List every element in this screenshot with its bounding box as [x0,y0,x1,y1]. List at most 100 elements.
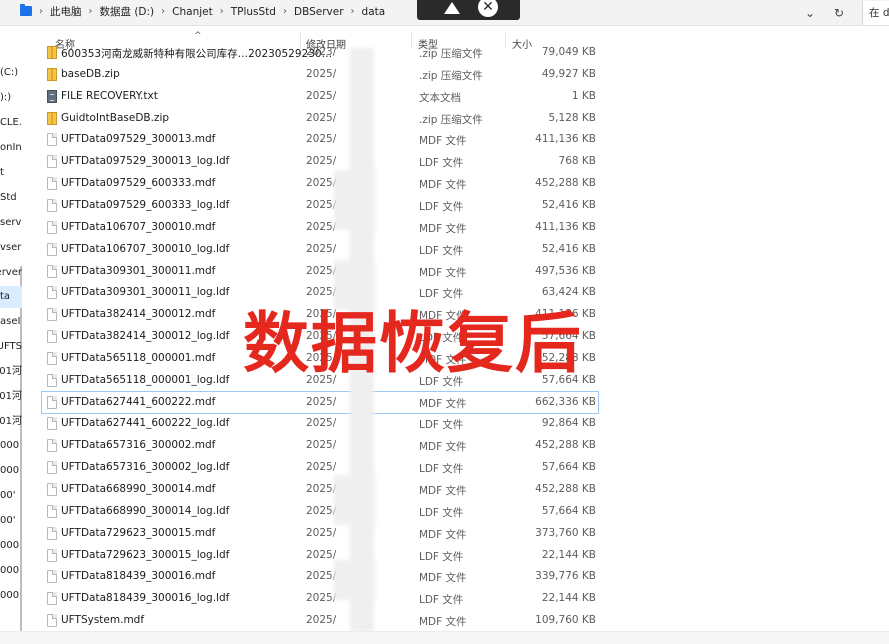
file-name: UFTData097529_300013.mdf [61,133,216,146]
file-row[interactable]: UFTData657316_300002_log.ldf 2025/LDF 文件 5… [42,457,598,478]
file-row[interactable]: UFTSystem.mdf 2025/MDF 文件 109,760 KB [42,610,598,631]
breadcrumb-separator[interactable]: › [215,6,229,17]
nav-item[interactable]: 00' [0,510,22,532]
watermark-text: 数据恢复后 [243,305,583,382]
file-type: MDF 文件 [419,485,467,497]
file-name: UFTData729623_300015.mdf [61,526,216,539]
breadcrumb-separator[interactable]: › [156,6,170,17]
file-row[interactable]: UFTData097529_300013_log.ldf 2025/LDF 文件 7… [42,151,598,172]
file-name: UFTData818439_300016_log.ldf [61,592,230,605]
nav-item[interactable]: 00' [0,485,22,507]
file-row[interactable]: UFTData627441_600222.mdf 2025/MDF 文件 662,3… [41,390,599,414]
breadcrumb-item[interactable]: Chanjet [170,6,215,18]
file-date: 2025/ [306,220,337,233]
breadcrumb-separator[interactable]: › [346,6,360,17]
nav-item-label: CLE. [0,117,22,128]
breadcrumb-item[interactable]: TPlusStd [229,6,278,18]
nav-item[interactable]: Std [0,187,22,209]
file-name: GuidtoIntBaseDB.zip [61,111,170,124]
file-icon [47,439,57,453]
file-size: 452,288 KB [535,177,596,190]
nav-item[interactable]: UFTS [0,336,22,358]
breadcrumb-separator[interactable]: › [278,6,292,17]
nav-item[interactable]: (C:) [0,62,22,84]
nav-item[interactable]: aseI [0,311,22,333]
nav-item[interactable]: 01河 [0,361,22,383]
status-bar [0,631,889,644]
file-row[interactable]: UFTData097529_600333.mdf 2025/MDF 文件 452,2… [42,173,598,194]
nav-item[interactable]: 000 [0,460,22,482]
nav-item[interactable]: ta [0,286,22,308]
file-row[interactable]: UFTData657316_300002.mdf 2025/MDF 文件 452,2… [42,435,598,456]
file-row[interactable]: UFTData729623_300015.mdf 2025/MDF 文件 373,7… [42,523,598,544]
nav-item[interactable]: 01河 [0,411,22,433]
file-name: UFTData097529_300013_log.ldf [61,155,230,168]
nav-item[interactable]: onIn [0,137,22,159]
nav-item[interactable]: 01河 [0,386,22,408]
file-type: LDF 文件 [419,157,464,170]
nav-item[interactable]: serv [0,212,22,234]
breadcrumb-item[interactable]: DBServer [292,6,346,18]
send-arrow-icon[interactable] [444,2,460,14]
file-row[interactable]: UFTData818439_300016_log.ldf 2025/LDF 文件 2… [42,588,598,609]
nav-item[interactable]: vser [0,237,22,259]
nav-item[interactable]: 000 [0,535,22,557]
file-row[interactable]: UFTData627441_600222_log.ldf 2025/LDF 文件 9… [42,413,598,434]
file-row[interactable]: FILE RECOVERY.txt 2025/文本文档 1 KB [42,86,598,107]
nav-item[interactable]: 000 [0,435,22,457]
file-type: LDF 文件 [419,200,464,213]
file-row[interactable]: UFTData097529_600333_log.ldf 2025/LDF 文件 5… [42,195,598,216]
file-size: 411,136 KB [535,220,596,233]
nav-item[interactable]: CLE. [0,112,22,134]
file-size: 79,049 KB [541,46,596,58]
file-row[interactable]: UFTData097529_300013.mdf 2025/MDF 文件 411,1… [42,129,598,150]
file-date: 2025/ [306,395,337,408]
file-row[interactable]: UFTData668990_300014.mdf 2025/MDF 文件 452,2… [42,479,598,500]
file-icon [47,395,57,409]
nav-item[interactable]: erver [0,262,22,284]
file-row[interactable]: UFTData729623_300015_log.ldf 2025/LDF 文件 2… [42,545,598,566]
file-type: LDF 文件 [419,550,464,563]
breadcrumb-item[interactable]: data [360,6,388,18]
file-row[interactable]: UFTData309301_300011.mdf 2025/MDF 文件 497,5… [42,261,598,282]
file-name: UFTData106707_300010_log.ldf [61,242,230,255]
file-type: .zip 压缩文件 [419,113,483,126]
nav-item-label: 000 [0,565,20,576]
nav-item[interactable]: 000 [0,560,22,582]
file-row[interactable]: UFTData668990_300014_log.ldf 2025/LDF 文件 5… [42,501,598,522]
file-icon [47,330,57,344]
file-icon [47,373,57,387]
file-icon [47,242,57,256]
breadcrumb-item[interactable]: 此电脑 [48,4,84,19]
file-row[interactable]: UFTData818439_300016.mdf 2025/MDF 文件 339,7… [42,566,598,587]
nav-item[interactable]: t [0,162,22,184]
folder-icon [20,4,32,16]
file-date: 2025/ [306,133,337,146]
file-date: 2025/ [306,483,337,495]
breadcrumb-item[interactable]: 数据盘 (D:) [98,4,157,19]
nav-item-label: 00' [0,515,16,526]
file-row[interactable]: baseDB.zip 2025/ .zip 压缩文件 49,927 KB [42,64,598,85]
nav-item-label: 000 [0,540,20,551]
blur-mosaic [334,560,374,600]
file-row[interactable]: UFTData106707_300010_log.ldf 2025/LDF 文件 5… [42,239,598,260]
file-size: 57,664 KB [541,504,596,517]
file-name: FILE RECOVERY.txt [61,89,158,102]
file-row[interactable]: GuidtoIntBaseDB.zip 2025/ .zip 压缩文件 5,128 K… [42,108,598,129]
file-row[interactable]: UFTData106707_300010.mdf 2025/MDF 文件 411,1… [42,217,598,238]
file-size: 662,336 KB [535,395,596,408]
refresh-icon[interactable]: ↻ [829,0,849,26]
file-name: UFTData097529_600333.mdf [61,177,216,190]
search-input[interactable]: 在 d [862,1,889,25]
file-row[interactable]: 600353河南龙威新特种有限公司库存…20230529230… 2023/ .zi… [42,42,598,63]
nav-item[interactable]: 000 [0,585,22,607]
file-type: 文本文档 [419,91,461,104]
nav-item-label: onIn [0,142,22,153]
zip-file-icon [47,111,57,125]
breadcrumb-separator[interactable]: › [84,6,98,17]
file-size: 452,288 KB [535,483,596,495]
nav-item[interactable]: ):) [0,87,22,109]
file-icon [47,592,57,606]
chevron-down-icon[interactable]: ⌄ [800,0,820,26]
file-size: 768 KB [558,155,596,168]
